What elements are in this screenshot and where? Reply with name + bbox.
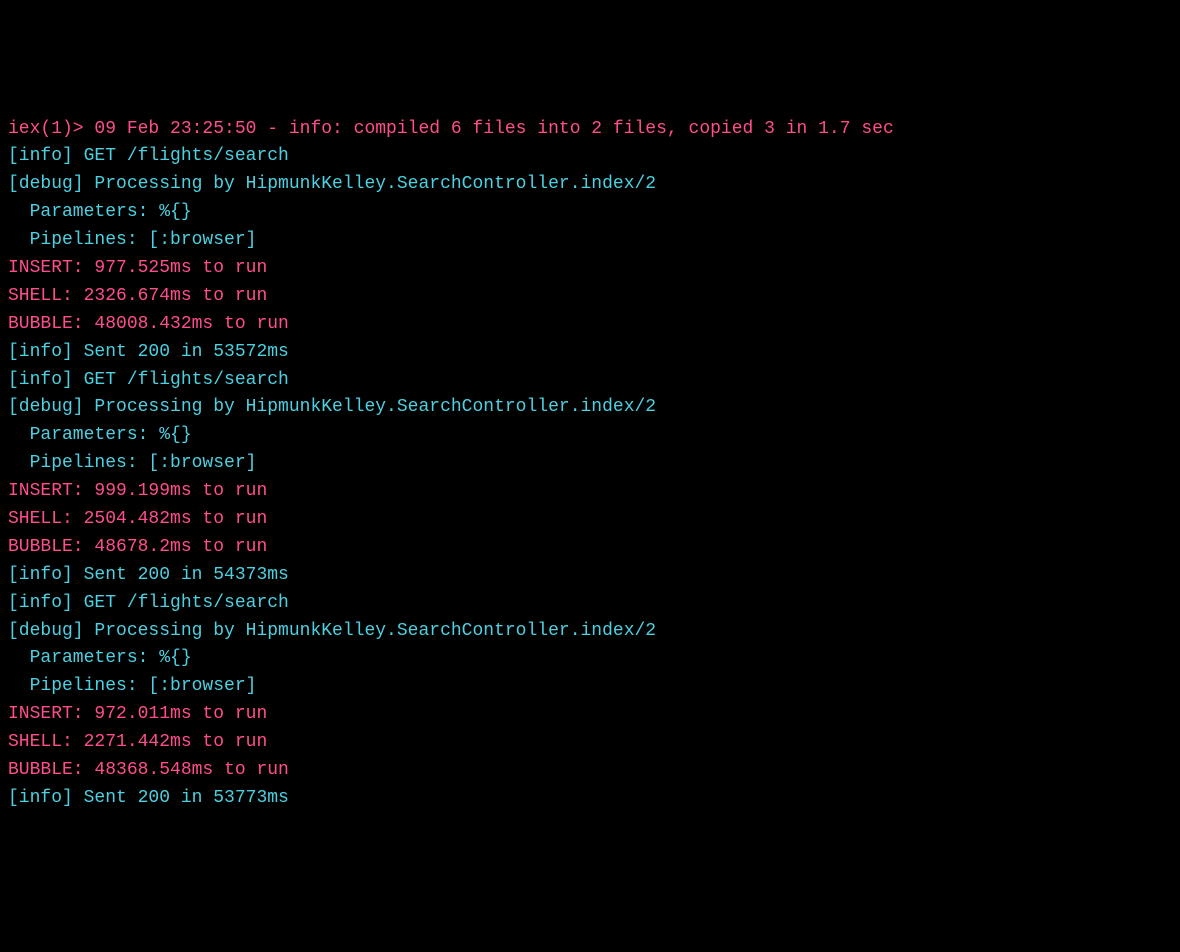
log-line: Parameters: %{} <box>8 199 1172 227</box>
log-line: Pipelines: [:browser] <box>8 673 1172 701</box>
log-line: Pipelines: [:browser] <box>8 227 1172 255</box>
log-line: [debug] Processing by HipmunkKelley.Sear… <box>8 618 1172 646</box>
log-line: BUBBLE: 48678.2ms to run <box>8 534 1172 562</box>
log-line: SHELL: 2504.482ms to run <box>8 506 1172 534</box>
log-line: BUBBLE: 48368.548ms to run <box>8 757 1172 785</box>
log-line: SHELL: 2326.674ms to run <box>8 283 1172 311</box>
log-line: INSERT: 999.199ms to run <box>8 478 1172 506</box>
log-line: [debug] Processing by HipmunkKelley.Sear… <box>8 394 1172 422</box>
log-line: INSERT: 977.525ms to run <box>8 255 1172 283</box>
log-line: [info] Sent 200 in 53572ms <box>8 339 1172 367</box>
log-line: SHELL: 2271.442ms to run <box>8 729 1172 757</box>
log-line: BUBBLE: 48008.432ms to run <box>8 311 1172 339</box>
log-line: Parameters: %{} <box>8 422 1172 450</box>
log-line: [info] GET /flights/search <box>8 143 1172 171</box>
log-line: INSERT: 972.011ms to run <box>8 701 1172 729</box>
log-line: [debug] Processing by HipmunkKelley.Sear… <box>8 171 1172 199</box>
log-line: [info] Sent 200 in 53773ms <box>8 785 1172 813</box>
log-line: Parameters: %{} <box>8 645 1172 673</box>
log-line: [info] Sent 200 in 54373ms <box>8 562 1172 590</box>
log-line: Pipelines: [:browser] <box>8 450 1172 478</box>
log-line: iex(1)> 09 Feb 23:25:50 - info: compiled… <box>8 116 1172 144</box>
log-line: [info] GET /flights/search <box>8 367 1172 395</box>
terminal-output[interactable]: iex(1)> 09 Feb 23:25:50 - info: compiled… <box>8 116 1172 813</box>
log-line: [info] GET /flights/search <box>8 590 1172 618</box>
